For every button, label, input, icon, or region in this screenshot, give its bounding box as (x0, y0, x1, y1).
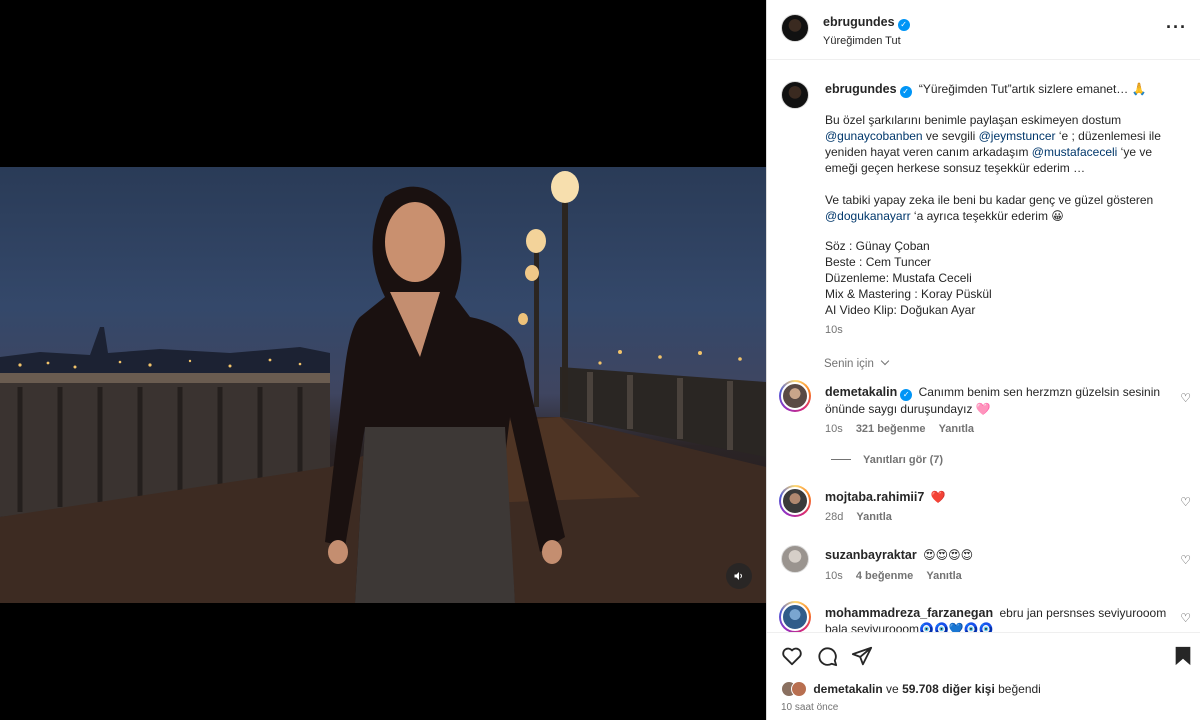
credit-line: Düzenleme: Mustafa Ceceli (825, 271, 972, 285)
caption-text: Ve tabiki yapay zeka ile beni bu kadar g… (825, 193, 1154, 207)
caption-text: Bu özel şarkılarını benimle paylaşan esk… (825, 113, 1122, 127)
heart-icon[interactable]: ♡ (1180, 495, 1191, 509)
author-avatar[interactable] (781, 14, 809, 42)
audio-title[interactable]: Yüreğimden Tut (823, 35, 910, 47)
video-frame (0, 171, 766, 603)
comment-meta: 28d Yanıtla (825, 511, 892, 523)
caption-text: ‘a ayrıca teşekkür ederim 😀 (910, 209, 1064, 223)
comment-icon[interactable] (816, 645, 838, 667)
mention-link[interactable]: @mustafaceceli (1032, 145, 1118, 159)
mention-link[interactable]: @gunaycobanben (825, 129, 923, 143)
reply-button[interactable]: Yanıtla (856, 511, 891, 523)
heart-icon[interactable] (781, 645, 803, 667)
comment-username[interactable]: suzanbayraktar (825, 548, 917, 562)
heart-icon[interactable]: ♡ (1180, 391, 1191, 405)
chevron-down-icon (880, 356, 890, 366)
likes-suffix: beğendi (994, 682, 1041, 696)
comment-text: ❤️ (930, 490, 946, 504)
commenter-avatar[interactable] (779, 380, 811, 412)
reply-button[interactable]: Yanıtla (926, 570, 961, 582)
comment-filter-label: Senin için (824, 358, 874, 370)
likes-summary: demetakalin ve 59.708 diğer kişi beğendi (781, 681, 1041, 697)
comment-meta: 10s 4 beğenme Yanıtla (825, 570, 962, 582)
author-info: ebrugundes ✓ Yüreğimden Tut (823, 13, 910, 47)
more-icon[interactable]: ··· (1166, 17, 1187, 38)
liker-avatar (791, 681, 807, 697)
comment: demetakalin ✓ Canımm benim sen herzmzn gü… (825, 384, 1185, 417)
commenter-avatar[interactable] (779, 485, 811, 517)
view-replies-label: Yanıtları gör (7) (863, 454, 944, 466)
divider (831, 459, 851, 460)
speaker-icon (734, 572, 742, 580)
comment-likes[interactable]: 4 beğenme (856, 570, 913, 582)
post-header: ebrugundes ✓ Yüreğimden Tut ··· (767, 0, 1200, 60)
comment-likes[interactable]: 321 beğenme (856, 423, 926, 435)
credit-line: AI Video Klip: Doğukan Ayar (825, 303, 976, 317)
mention-link[interactable]: @dogukanayarr (825, 209, 911, 223)
comment-time[interactable]: 10s (825, 423, 843, 435)
credits: Söz : Günay Çoban Beste : Cem Tuncer Düz… (825, 238, 1185, 318)
caption-text: ve sevgili (922, 129, 979, 143)
verified-badge-icon: ✓ (900, 389, 913, 401)
action-bar: demetakalin ve 59.708 diğer kişi beğendi… (767, 632, 1200, 720)
comment-text: 😍😍😍😍 (923, 548, 974, 562)
heart-icon[interactable]: ♡ (1180, 611, 1191, 625)
caption-time[interactable]: 10s (825, 324, 843, 336)
post-panel: ebrugundes ✓ Yüreğimden Tut ··· ebrugunde… (766, 0, 1200, 720)
author-username[interactable]: ebrugundes (823, 15, 895, 29)
comments-scroll[interactable]: ebrugundes ✓ “Yüreğimden Tut”artık sizler… (767, 61, 1200, 632)
comment-time[interactable]: 28d (825, 511, 843, 523)
commenter-avatar[interactable] (779, 601, 811, 632)
caption-paragraph-1: Bu özel şarkılarını benimle paylaşan esk… (825, 112, 1185, 176)
comment: mojtaba.rahimii7 ❤️ (825, 489, 1185, 505)
commenter-avatar[interactable] (781, 545, 809, 573)
verified-badge-icon: ✓ (899, 86, 912, 98)
comment-username[interactable]: demetakalin (825, 385, 897, 399)
comment-time[interactable]: 10s (825, 570, 843, 582)
comment-username[interactable]: mojtaba.rahimii7 (825, 490, 924, 504)
credit-line: Beste : Cem Tuncer (825, 255, 932, 269)
post-time[interactable]: 10 saat önce (781, 702, 838, 713)
mute-button[interactable] (726, 563, 752, 589)
share-icon[interactable] (851, 645, 873, 667)
caption-username[interactable]: ebrugundes (825, 82, 897, 96)
bookmark-icon[interactable] (1173, 645, 1193, 667)
post-media (0, 0, 766, 720)
comment: mohammadreza_farzanegan ebru jan persnse… (825, 605, 1185, 632)
video-player[interactable] (0, 167, 766, 603)
mention-link[interactable]: @jeymstuncer (979, 129, 1056, 143)
comment-filter[interactable]: Senin için (824, 356, 890, 370)
likes-count[interactable]: 59.708 diğer kişi (902, 682, 995, 696)
comment-meta: 10s 321 beğenme Yanıtla (825, 423, 974, 435)
credit-line: Mix & Mastering : Koray Püskül (825, 287, 992, 301)
liker-username[interactable]: demetakalin (813, 682, 882, 696)
likes-connector: ve (882, 682, 903, 696)
comment-username[interactable]: mohammadreza_farzanegan (825, 606, 993, 620)
caption: ebrugundes ✓ “Yüreğimden Tut”artık sizler… (825, 81, 1185, 98)
caption-paragraph-2: Ve tabiki yapay zeka ile beni bu kadar g… (825, 192, 1185, 224)
caption-avatar[interactable] (781, 81, 809, 109)
verified-badge-icon: ✓ (897, 19, 910, 31)
caption-line1: “Yüreğimden Tut”artık sizlere emanet… 🙏 (918, 82, 1147, 96)
heart-icon[interactable]: ♡ (1180, 553, 1191, 567)
view-replies-button[interactable]: Yanıtları gör (7) (831, 454, 943, 466)
comment: suzanbayraktar 😍😍😍😍 (825, 547, 1185, 563)
reply-button[interactable]: Yanıtla (939, 423, 974, 435)
credit-line: Söz : Günay Çoban (825, 239, 930, 253)
